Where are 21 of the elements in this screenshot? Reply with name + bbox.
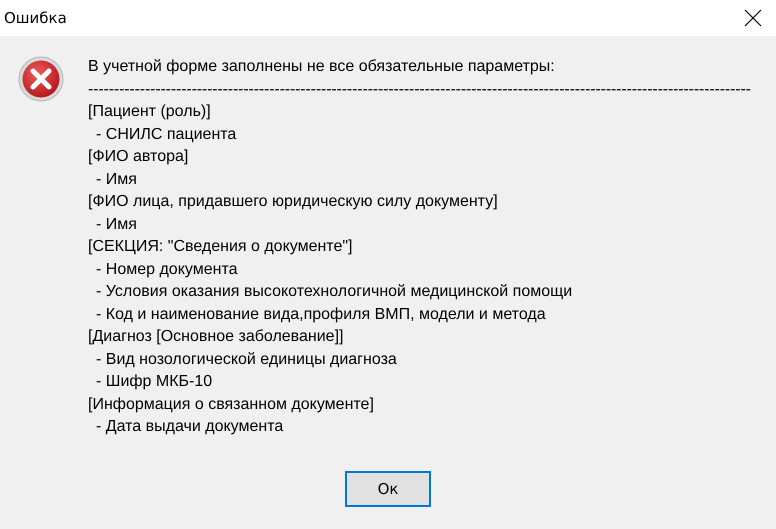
- missing-field: - Шифр МКБ-10: [88, 371, 751, 394]
- section-title: [СЕКЦИЯ: "Сведения о документе"]: [88, 237, 354, 257]
- missing-field: - Дата выдачи документа: [88, 416, 751, 438]
- window-title: Ошибка: [4, 9, 67, 27]
- dashed-separator: --------------------------------------------------------------------------------------------------------------------------------: [88, 80, 751, 100]
- missing-field: - Код и наименование вида,профиля ВМП, модели и метода: [88, 304, 751, 326]
- section-title: [Информация о связанном документе]: [88, 394, 375, 414]
- section-title: [ФИО автора]: [88, 147, 190, 167]
- missing-field: - Имя: [88, 168, 751, 191]
- missing-field: - Условия оказания высокотехнологичной медицинской помощи: [88, 281, 751, 304]
- missing-field: - Имя: [88, 214, 751, 236]
- error-message: В учетной форме заполнены не все обязательные параметры:: [88, 57, 556, 77]
- close-icon[interactable]: [744, 9, 762, 27]
- section-title: [Пациент (роль)]: [88, 102, 212, 122]
- missing-field: - Вид нозологической единицы диагноза: [88, 348, 751, 371]
- error-icon: [18, 56, 64, 102]
- section-title: [Диагноз [Основное заболевание]]: [88, 327, 344, 347]
- ok-button[interactable]: Ок: [345, 471, 431, 507]
- missing-field: - Номер документа: [88, 258, 751, 281]
- section-title: [ФИО лица, придавшего юридическую силу документу]: [88, 192, 499, 212]
- missing-field: - СНИЛС пациента: [88, 124, 751, 146]
